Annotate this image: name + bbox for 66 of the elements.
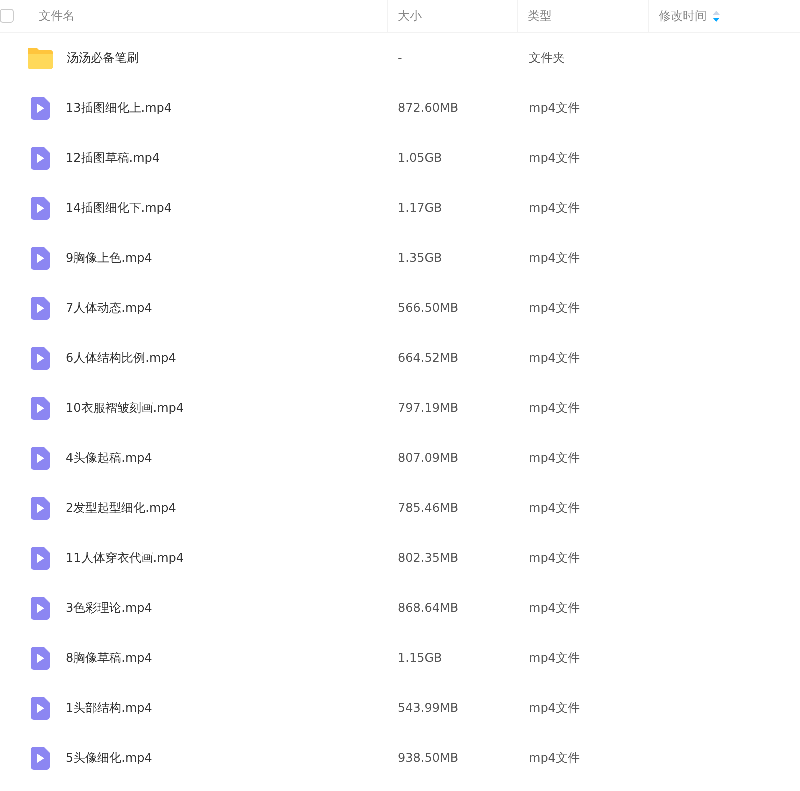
- video-file-icon: [31, 196, 50, 220]
- file-type: mp4文件: [528, 700, 581, 717]
- file-name[interactable]: 1头部结构.mp4: [66, 699, 152, 717]
- select-all-checkbox[interactable]: [0, 9, 14, 23]
- file-name[interactable]: 10衣服褶皱刻画.mp4: [66, 399, 184, 417]
- file-type: mp4文件: [528, 550, 581, 567]
- file-name[interactable]: 4头像起稿.mp4: [66, 449, 152, 467]
- video-file-icon: [31, 696, 50, 720]
- file-size: 797.19MB: [397, 400, 460, 417]
- column-header[interactable]: 修改时间: [659, 7, 707, 25]
- video-file-icon: [31, 296, 50, 320]
- video-file-icon: [31, 446, 50, 470]
- file-size: 807.09MB: [397, 450, 460, 467]
- file-type: mp4文件: [528, 450, 581, 467]
- file-size: 802.35MB: [397, 550, 460, 567]
- column-header[interactable]: 文件名: [39, 7, 75, 25]
- file-name[interactable]: 5头像细化.mp4: [66, 749, 152, 767]
- file-size: 938.50MB: [397, 750, 460, 767]
- file-size: 785.46MB: [397, 500, 460, 517]
- file-type: mp4文件: [528, 350, 581, 367]
- file-name[interactable]: 14插图细化下.mp4: [66, 199, 172, 217]
- file-name[interactable]: 3色彩理论.mp4: [66, 599, 152, 617]
- file-name[interactable]: 11人体穿衣代画.mp4: [66, 549, 184, 567]
- file-type: mp4文件: [528, 600, 581, 617]
- folder-icon: [28, 47, 53, 69]
- file-type: mp4文件: [528, 100, 581, 117]
- file-name[interactable]: 2发型起型细化.mp4: [66, 499, 176, 517]
- file-name[interactable]: 13插图细化上.mp4: [66, 99, 172, 117]
- file-size: 1.17GB: [397, 200, 444, 217]
- file-size: 1.05GB: [397, 150, 444, 167]
- sort-icon[interactable]: [713, 10, 720, 22]
- file-type: mp4文件: [528, 500, 581, 517]
- video-file-icon: [31, 396, 50, 420]
- video-file-icon: [31, 146, 50, 170]
- file-name[interactable]: 8胸像草稿.mp4: [66, 649, 152, 667]
- video-file-icon: [31, 246, 50, 270]
- file-type: mp4文件: [528, 150, 581, 167]
- file-name[interactable]: 9胸像上色.mp4: [66, 249, 152, 267]
- video-file-icon: [31, 646, 50, 670]
- file-size: 543.99MB: [397, 700, 460, 717]
- video-file-icon: [31, 496, 50, 520]
- file-name[interactable]: 12插图草稿.mp4: [66, 149, 160, 167]
- file-type: mp4文件: [528, 250, 581, 267]
- file-name[interactable]: 汤汤必备笔刷: [67, 49, 139, 67]
- column-header[interactable]: 类型: [528, 7, 552, 25]
- file-name[interactable]: 6人体结构比例.mp4: [66, 349, 176, 367]
- file-size: 1.15GB: [397, 650, 444, 667]
- file-name[interactable]: 7人体动态.mp4: [66, 299, 152, 317]
- file-size: 664.52MB: [397, 350, 460, 367]
- file-size: 566.50MB: [397, 300, 460, 317]
- file-type: 文件夹: [528, 50, 566, 67]
- file-type: mp4文件: [528, 400, 581, 417]
- column-header[interactable]: 大小: [398, 7, 422, 25]
- file-type: mp4文件: [528, 750, 581, 767]
- file-size: 1.35GB: [397, 250, 444, 267]
- file-type: mp4文件: [528, 200, 581, 217]
- video-file-icon: [31, 96, 50, 120]
- file-size: 868.64MB: [397, 600, 460, 617]
- video-file-icon: [31, 546, 50, 570]
- file-size: 872.60MB: [397, 100, 460, 117]
- video-file-icon: [31, 346, 50, 370]
- file-type: mp4文件: [528, 650, 581, 667]
- file-type: mp4文件: [528, 300, 581, 317]
- video-file-icon: [31, 746, 50, 770]
- file-size: -: [397, 50, 404, 67]
- video-file-icon: [31, 596, 50, 620]
